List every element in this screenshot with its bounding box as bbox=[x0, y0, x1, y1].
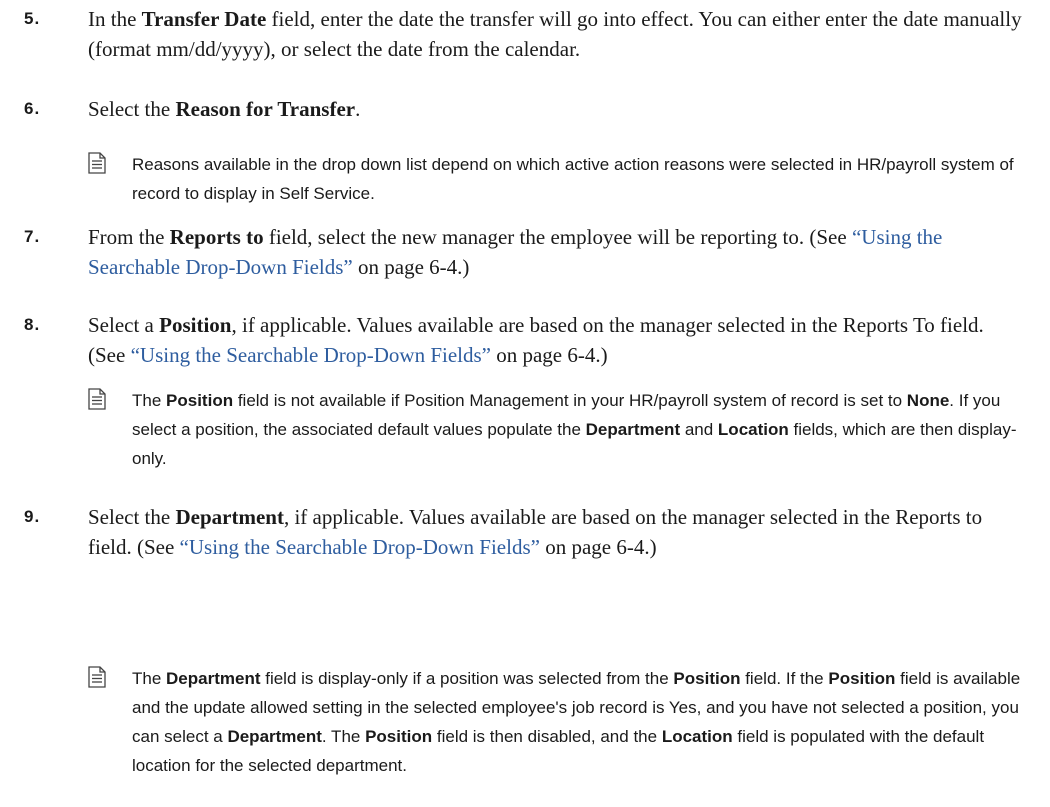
text-run: The bbox=[132, 391, 167, 410]
bold-term: Department bbox=[227, 727, 322, 746]
step-text: Select the Department, if applicable. Va… bbox=[88, 502, 1026, 562]
note-icon bbox=[88, 666, 106, 688]
note: Reasons available in the drop down list … bbox=[88, 150, 1026, 208]
step-8: 8. Select a Position, if applicable. Val… bbox=[24, 310, 1026, 370]
step-text: From the Reports to field, select the ne… bbox=[88, 222, 1026, 282]
step-9: 9. Select the Department, if applicable.… bbox=[24, 502, 1026, 562]
text-run: Reasons available in the drop down list … bbox=[132, 155, 1014, 203]
bold-term: Position bbox=[365, 727, 433, 746]
bold-term: Position bbox=[166, 391, 234, 410]
text-run: Select a bbox=[88, 313, 160, 337]
bold-term: Position bbox=[673, 669, 741, 688]
step-5: 5. In the Transfer Date field, enter the… bbox=[24, 4, 1026, 64]
bold-term: Department bbox=[175, 505, 284, 529]
bold-term: Position bbox=[828, 669, 896, 688]
text-run: on page 6-4.) bbox=[490, 343, 608, 367]
step-number: 6. bbox=[24, 99, 41, 118]
text-run: field is display-only if a position was … bbox=[260, 669, 674, 688]
step-text: In the Transfer Date field, enter the da… bbox=[88, 4, 1026, 64]
note-icon bbox=[88, 152, 106, 174]
bold-term: Position bbox=[159, 313, 232, 337]
note-text: The Position field is not available if P… bbox=[132, 386, 1026, 473]
bold-term: Department bbox=[166, 669, 261, 688]
text-run: and bbox=[680, 420, 718, 439]
note-text: Reasons available in the drop down list … bbox=[132, 150, 1026, 208]
step-text: Select the Reason for Transfer. bbox=[88, 94, 1026, 124]
text-run: on page 6-4.) bbox=[352, 255, 470, 279]
text-run: . The bbox=[321, 727, 366, 746]
note-text: The Department field is display-only if … bbox=[132, 664, 1026, 780]
bold-term: Location bbox=[717, 420, 789, 439]
bold-term: Transfer Date bbox=[141, 7, 267, 31]
text-run: on page 6-4.) bbox=[539, 535, 657, 559]
step-number: 9. bbox=[24, 507, 41, 526]
text-run: field. If the bbox=[740, 669, 829, 688]
note: The Position field is not available if P… bbox=[88, 386, 1026, 473]
step-6: 6. Select the Reason for Transfer. bbox=[24, 94, 1026, 124]
note: The Department field is display-only if … bbox=[88, 664, 1026, 780]
step-number: 8. bbox=[24, 315, 41, 334]
bold-term: Department bbox=[585, 420, 681, 439]
text-run: Select the bbox=[88, 97, 176, 121]
text-run: field is not available if Position Manag… bbox=[233, 391, 907, 410]
step-number: 7. bbox=[24, 227, 41, 246]
bold-term: None bbox=[906, 391, 950, 410]
text-run: field, select the new manager the employ… bbox=[263, 225, 852, 249]
cross-reference-link[interactable]: “Using the Searchable Drop-Down Fields” bbox=[180, 535, 540, 559]
text-run: From the bbox=[88, 225, 170, 249]
note-icon bbox=[88, 388, 106, 410]
text-run: Select the bbox=[88, 505, 176, 529]
text-run: The bbox=[132, 669, 167, 688]
step-text: Select a Position, if applicable. Values… bbox=[88, 310, 1026, 370]
bold-term: Location bbox=[661, 727, 733, 746]
text-run: field is then disabled, and the bbox=[432, 727, 662, 746]
step-7: 7. From the Reports to field, select the… bbox=[24, 222, 1026, 282]
bold-term: Reason for Transfer bbox=[175, 97, 356, 121]
text-run: In the bbox=[88, 7, 142, 31]
step-number: 5. bbox=[24, 9, 41, 28]
text-run: . bbox=[355, 97, 361, 121]
bold-term: Reports to bbox=[169, 225, 264, 249]
cross-reference-link[interactable]: “Using the Searchable Drop-Down Fields” bbox=[131, 343, 491, 367]
